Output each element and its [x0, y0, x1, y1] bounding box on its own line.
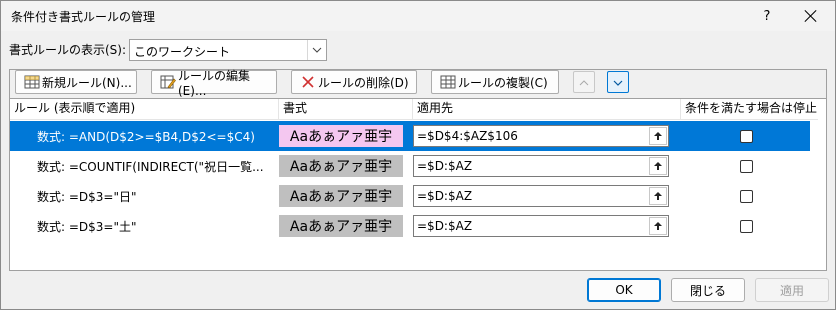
show-rules-label: 書式ルールの表示(S): — [9, 43, 127, 57]
table-row[interactable]: 数式: =COUNTIF(INDIRECT("祝日一覧... Aaあぁアァ亜宇 … — [10, 151, 810, 181]
new-rule-icon — [24, 74, 40, 90]
collapse-dialog-button[interactable] — [649, 187, 667, 205]
new-rule-label: 新規ルール(N)... — [42, 75, 132, 90]
dialog-title: 条件付き書式ルールの管理 — [11, 10, 156, 24]
collapse-dialog-button[interactable] — [649, 157, 667, 175]
table-row[interactable]: 数式: =AND(D$2>=$B4,D$2<=$C4) Aaあぁアァ亜宇 =$D… — [10, 121, 810, 151]
format-preview: Aaあぁアァ亜宇 — [279, 185, 403, 207]
help-button[interactable]: ? — [745, 1, 789, 31]
column-header-format[interactable]: 書式 — [279, 99, 413, 119]
stop-if-true-checkbox[interactable] — [740, 130, 753, 143]
format-preview: Aaあぁアァ亜宇 — [279, 125, 403, 147]
column-header-rule[interactable]: ルール (表示順で適用) — [10, 99, 279, 119]
range-select-icon — [654, 132, 662, 140]
column-header-applies-to[interactable]: 適用先 — [413, 99, 681, 119]
chevron-up-icon — [579, 75, 589, 89]
format-preview: Aaあぁアァ亜宇 — [279, 155, 403, 177]
rule-condition: 数式: =AND(D$2>=$B4,D$2<=$C4) — [37, 130, 255, 144]
duplicate-rule-label: ルールの複製(C) — [458, 75, 548, 90]
edit-rule-button[interactable]: ルールの編集(E)... — [151, 69, 277, 98]
applies-to-value: =$D:$AZ — [417, 219, 473, 233]
rules-table: ルール (表示順で適用) 書式 適用先 条件を満たす場合は停止 数式: =AND… — [10, 98, 826, 270]
show-rules-value: このワークシート — [134, 45, 231, 59]
applies-to-field[interactable]: =$D:$AZ — [413, 155, 669, 177]
close-icon — [805, 10, 817, 22]
stop-if-true-checkbox[interactable] — [740, 220, 753, 233]
applies-to-value: =$D$4:$AZ$106 — [417, 129, 518, 143]
apply-button[interactable]: 適用 — [755, 278, 829, 302]
rule-condition: 数式: =COUNTIF(INDIRECT("祝日一覧... — [37, 160, 264, 174]
rule-condition: 数式: =D$3="日" — [37, 190, 137, 204]
table-row[interactable]: 数式: =D$3="土" Aaあぁアァ亜宇 =$D:$AZ — [10, 211, 810, 241]
column-header-stop-if-true[interactable]: 条件を満たす場合は停止 — [681, 99, 826, 119]
title-bar: 条件付き書式ルールの管理 ? — [1, 1, 835, 31]
format-preview: Aaあぁアァ亜宇 — [279, 215, 403, 237]
stop-if-true-checkbox[interactable] — [740, 160, 753, 173]
range-select-icon — [654, 162, 662, 170]
edit-rule-icon — [160, 74, 176, 90]
help-icon: ? — [763, 8, 771, 24]
collapse-dialog-button[interactable] — [649, 217, 667, 235]
chevron-down-icon — [613, 75, 623, 89]
move-up-button[interactable] — [573, 71, 595, 93]
collapse-dialog-button[interactable] — [649, 127, 667, 145]
range-select-icon — [654, 222, 662, 230]
applies-to-field[interactable]: =$D$4:$AZ$106 — [413, 125, 669, 147]
applies-to-field[interactable]: =$D:$AZ — [413, 215, 669, 237]
close-window-button[interactable] — [789, 1, 833, 31]
chevron-down-icon — [307, 40, 326, 60]
delete-rule-button[interactable]: ルールの削除(D) — [291, 70, 417, 94]
stop-if-true-checkbox[interactable] — [740, 190, 753, 203]
applies-to-value: =$D:$AZ — [417, 159, 473, 173]
table-row[interactable]: 数式: =D$3="日" Aaあぁアァ亜宇 =$D:$AZ — [10, 181, 810, 211]
move-down-button[interactable] — [607, 71, 629, 93]
rule-condition: 数式: =D$3="土" — [37, 220, 137, 234]
vertical-scrollbar[interactable] — [818, 100, 826, 270]
delete-rule-label: ルールの削除(D) — [318, 75, 409, 90]
applies-to-field[interactable]: =$D:$AZ — [413, 185, 669, 207]
duplicate-rule-icon — [440, 74, 456, 90]
conditional-format-dialog: 条件付き書式ルールの管理 ? 書式ルールの表示(S): このワークシート 新規ル… — [0, 0, 836, 310]
applies-to-value: =$D:$AZ — [417, 189, 473, 203]
ok-button[interactable]: OK — [587, 278, 661, 302]
close-button[interactable]: 閉じる — [671, 278, 745, 302]
show-rules-dropdown[interactable]: このワークシート — [129, 39, 327, 61]
delete-icon — [300, 74, 316, 90]
rules-table-header: ルール (表示順で適用) 書式 適用先 条件を満たす場合は停止 — [10, 99, 826, 120]
edit-rule-label: ルールの編集(E)... — [178, 68, 251, 98]
new-rule-button[interactable]: 新規ルール(N)... — [15, 70, 137, 94]
range-select-icon — [654, 192, 662, 200]
duplicate-rule-button[interactable]: ルールの複製(C) — [431, 70, 559, 94]
